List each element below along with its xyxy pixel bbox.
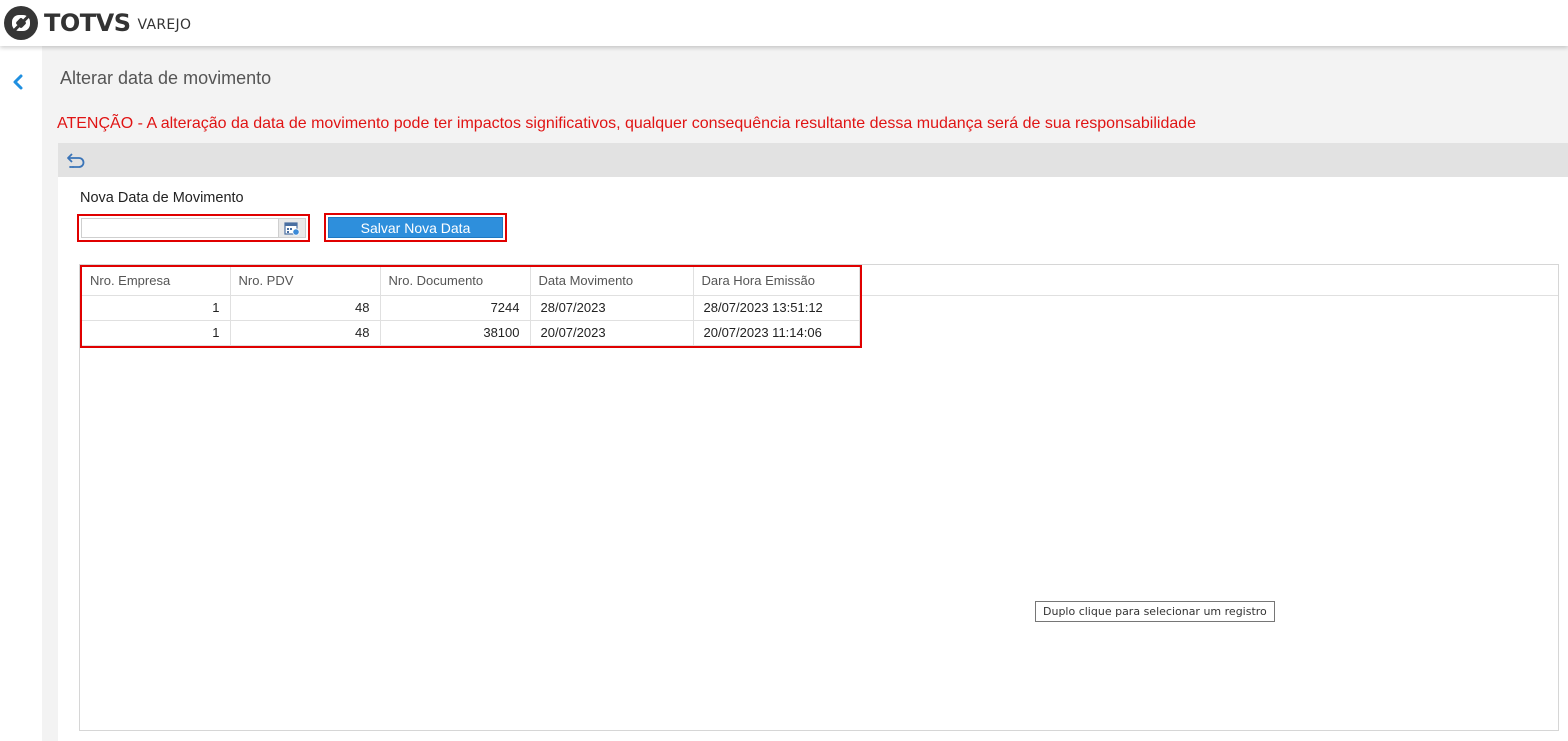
warning-message: ATENÇÃO - A alteração da data de movimen… bbox=[57, 115, 1197, 132]
grid-tooltip: Duplo clique para selecionar um registro bbox=[1035, 601, 1275, 622]
cell-data-hora-emissao: 28/07/2023 13:51:12 bbox=[693, 295, 860, 321]
new-date-input[interactable] bbox=[81, 218, 278, 238]
save-button-highlight: Salvar Nova Data bbox=[324, 213, 507, 242]
cell-nro-pdv: 48 bbox=[230, 295, 381, 321]
cell-data-movimento: 20/07/2023 bbox=[530, 320, 694, 346]
table-row[interactable]: 1 48 7244 28/07/2023 28/07/2023 13:51:12 bbox=[82, 295, 860, 321]
toolbar bbox=[58, 143, 1568, 177]
table-row[interactable]: 1 48 38100 20/07/2023 20/07/2023 11:14:0… bbox=[82, 320, 860, 346]
column-header-data-movimento[interactable]: Data Movimento bbox=[530, 267, 694, 296]
undo-icon[interactable] bbox=[66, 151, 86, 169]
save-new-date-button[interactable]: Salvar Nova Data bbox=[328, 217, 503, 238]
records-table: Nro. Empresa Nro. PDV Nro. Documento Dat… bbox=[82, 267, 860, 346]
date-field-label: Nova Data de Movimento bbox=[80, 190, 244, 206]
product-name: VAREJO bbox=[137, 17, 192, 33]
cell-nro-pdv: 48 bbox=[230, 320, 381, 346]
left-rail bbox=[0, 46, 42, 741]
cell-data-hora-emissao: 20/07/2023 11:14:06 bbox=[693, 320, 860, 346]
totvs-logo-icon bbox=[4, 6, 38, 40]
cell-data-movimento: 28/07/2023 bbox=[530, 295, 694, 321]
calendar-icon bbox=[284, 221, 300, 236]
date-field-highlight bbox=[77, 214, 310, 242]
brand-logo[interactable]: TOTVS VAREJO bbox=[4, 6, 191, 40]
cell-nro-empresa: 1 bbox=[82, 320, 231, 346]
cell-nro-documento: 7244 bbox=[380, 295, 531, 321]
cell-nro-empresa: 1 bbox=[82, 295, 231, 321]
page-title: Alterar data de movimento bbox=[60, 68, 272, 88]
records-grid: Nro. Empresa Nro. PDV Nro. Documento Dat… bbox=[79, 264, 1559, 731]
column-header-data-hora-emissao[interactable]: Dara Hora Emissão bbox=[693, 267, 860, 296]
chevron-left-icon[interactable] bbox=[8, 72, 28, 92]
column-header-nro-documento[interactable]: Nro. Documento bbox=[380, 267, 531, 296]
calendar-button[interactable] bbox=[278, 218, 306, 238]
content-panel: Nova Data de Movimento Salvar Nova Data … bbox=[58, 177, 1568, 741]
brand-name: TOTVS bbox=[44, 9, 131, 37]
top-bar: TOTVS VAREJO bbox=[0, 0, 1568, 46]
table-header-row: Nro. Empresa Nro. PDV Nro. Documento Dat… bbox=[82, 267, 860, 296]
cell-nro-documento: 38100 bbox=[380, 320, 531, 346]
column-header-nro-pdv[interactable]: Nro. PDV bbox=[230, 267, 381, 296]
column-header-nro-empresa[interactable]: Nro. Empresa bbox=[82, 267, 231, 296]
